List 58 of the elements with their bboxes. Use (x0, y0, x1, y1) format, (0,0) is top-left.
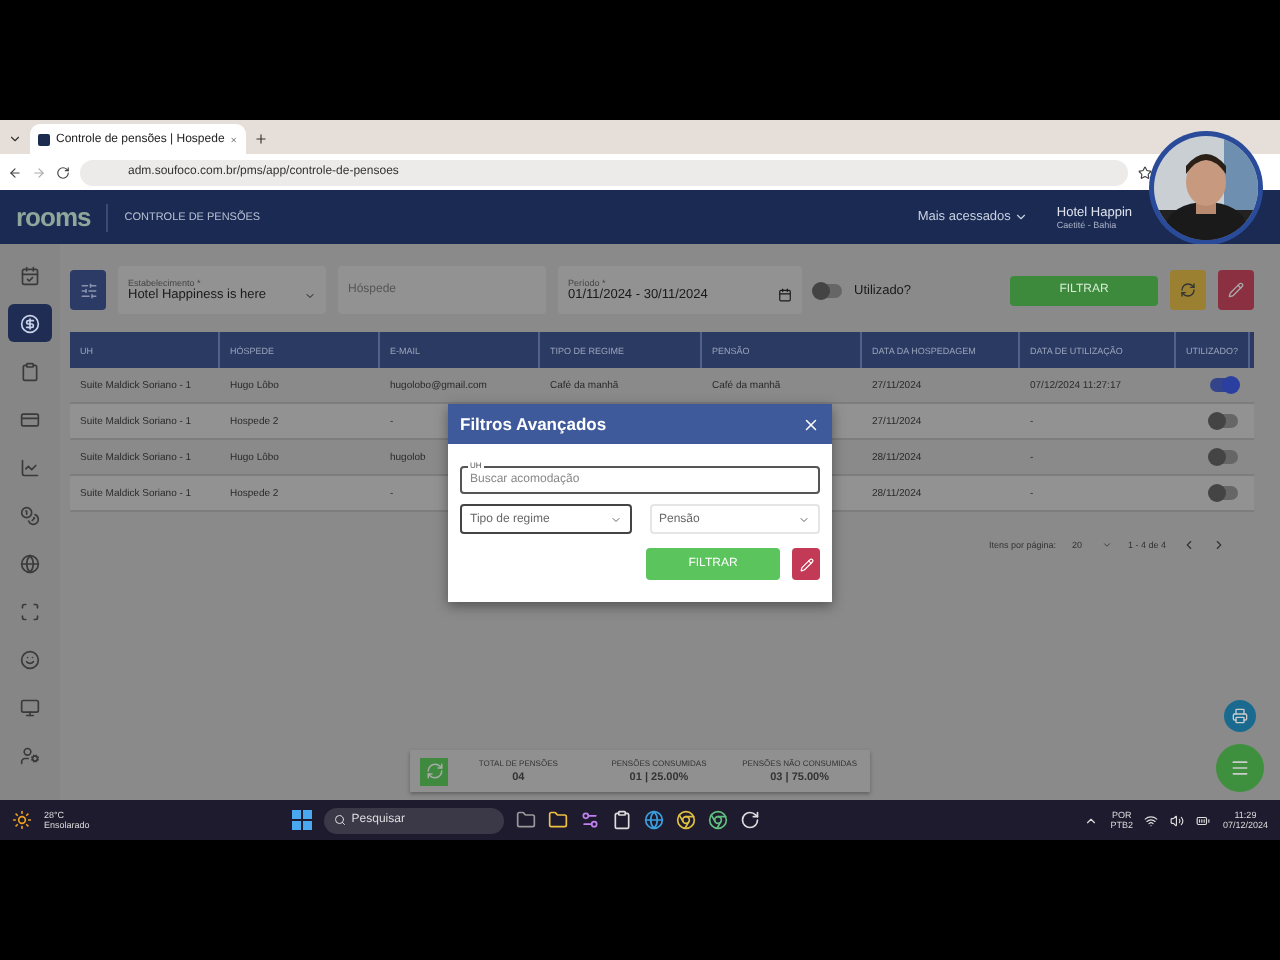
favicon-icon (38, 133, 50, 145)
sidebar-glyph-icon (20, 601, 40, 621)
used-toggle[interactable] (1210, 486, 1238, 500)
dialog-title: Filtros Avançados (460, 414, 607, 434)
clear-button[interactable] (792, 548, 820, 580)
coin-icon[interactable] (8, 304, 52, 342)
sidebar-glyph-icon (20, 697, 40, 717)
app-icon[interactable] (739, 810, 760, 830)
new-tab-icon[interactable] (254, 132, 268, 146)
clear-filter-button[interactable] (1170, 270, 1206, 310)
sidebar-glyph-icon (20, 505, 40, 525)
chevron-down-icon (1014, 210, 1029, 224)
sliders-icon (79, 281, 97, 299)
used-toggle[interactable] (1210, 378, 1238, 392)
tab-list-icon[interactable] (8, 132, 22, 146)
reload-icon[interactable] (56, 165, 70, 179)
menu-icon (1230, 758, 1250, 778)
folder-icon[interactable] (547, 810, 568, 830)
filter-settings-button[interactable] (70, 270, 106, 310)
menu-button[interactable] (1216, 744, 1264, 792)
battery-icon[interactable] (1196, 813, 1211, 827)
search-icon (333, 814, 346, 826)
used-toggle[interactable] (1210, 450, 1238, 464)
sidebar-glyph-icon (20, 409, 40, 429)
tray-expand-icon[interactable] (1084, 813, 1099, 827)
sidebar-glyph-icon (20, 745, 40, 765)
previous-page-icon[interactable] (1182, 537, 1196, 551)
wifi-icon[interactable] (1144, 813, 1159, 827)
bookmark-icon[interactable] (1138, 165, 1152, 179)
sidebar-glyph-icon (20, 649, 40, 669)
calendar-icon[interactable] (778, 288, 792, 302)
forward-icon[interactable] (32, 165, 46, 179)
summary-icon (420, 757, 448, 785)
start-icon[interactable] (291, 810, 312, 830)
print-button[interactable] (1224, 700, 1256, 732)
caret-icon (798, 513, 810, 525)
caret-icon (1101, 539, 1112, 549)
caret-icon (304, 289, 316, 301)
edit-button[interactable] (1218, 270, 1254, 310)
browser-icon[interactable] (643, 810, 664, 830)
logo: rooms (16, 202, 91, 232)
weather-icon (12, 810, 32, 830)
back-icon[interactable] (8, 165, 22, 179)
sidebar-glyph-icon (20, 361, 40, 381)
clipboard-icon[interactable] (611, 810, 632, 830)
sidebar-glyph-icon (20, 265, 40, 285)
sidebar-glyph-icon (20, 313, 40, 333)
app-icon[interactable] (579, 810, 600, 830)
next-page-icon[interactable] (1212, 537, 1226, 551)
printer-icon (1232, 708, 1248, 724)
used-toggle[interactable] (1210, 414, 1238, 428)
used-toggle[interactable] (814, 283, 842, 297)
caret-icon (609, 513, 621, 525)
task-view-icon[interactable] (515, 810, 536, 830)
sidebar-glyph-icon (20, 553, 40, 573)
refresh-icon (1180, 282, 1196, 298)
volume-icon[interactable] (1170, 813, 1185, 827)
sidebar-glyph-icon (20, 457, 40, 477)
